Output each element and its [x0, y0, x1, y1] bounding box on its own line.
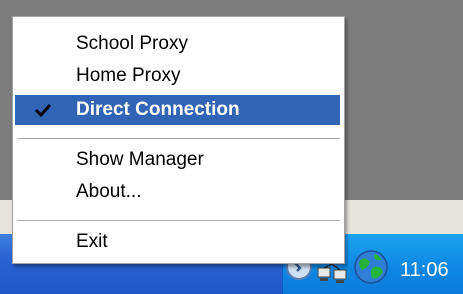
menu-item-label: School Proxy	[76, 33, 188, 54]
menu-separator	[17, 220, 340, 222]
menu-item-show-manager[interactable]: Show Manager	[15, 145, 340, 175]
menu-item-label: Direct Connection	[76, 99, 240, 120]
menu-item-label: Show Manager	[76, 149, 204, 170]
menu-separator	[17, 138, 340, 140]
menu-item-direct-connection[interactable]: Direct Connection	[15, 95, 340, 125]
checkmark-icon	[34, 103, 52, 118]
menu-item-exit[interactable]: Exit	[15, 227, 340, 257]
menu-item-about[interactable]: About...	[15, 177, 340, 207]
context-menu: School Proxy Home Proxy Direct Connectio…	[12, 16, 345, 264]
clock[interactable]: 11:06	[400, 259, 449, 282]
menu-item-label: Exit	[76, 231, 108, 252]
menu-item-home-proxy[interactable]: Home Proxy	[15, 61, 340, 91]
globe-icon[interactable]	[352, 248, 390, 286]
menu-item-label: Home Proxy	[76, 65, 181, 86]
menu-item-label: About...	[76, 181, 142, 202]
menu-item-school-proxy[interactable]: School Proxy	[15, 29, 340, 59]
